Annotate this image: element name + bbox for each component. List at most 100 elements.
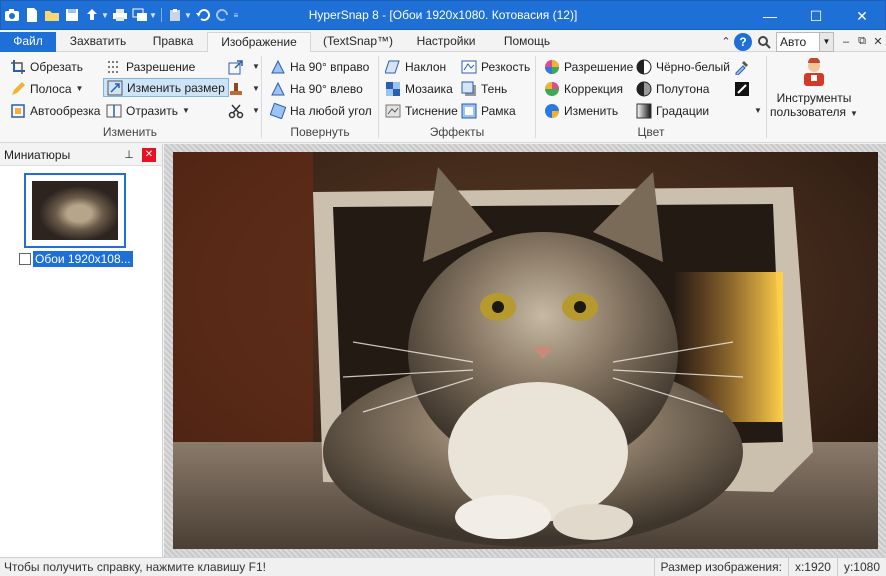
frame-button[interactable]: Рамка xyxy=(461,101,516,120)
mosaic-button[interactable]: Мозаика xyxy=(385,79,453,98)
mosaic-label: Мозаика xyxy=(405,81,453,96)
emboss-button[interactable]: Тиснение xyxy=(385,101,458,120)
thumbnail-caption[interactable]: Обои 1920x108... xyxy=(33,251,133,267)
clipboard-icon[interactable] xyxy=(166,6,184,24)
chevron-down-icon[interactable]: ▼ xyxy=(149,11,157,20)
color-correction-button[interactable]: Коррекция xyxy=(544,79,623,98)
resize-button[interactable]: Изменить размер xyxy=(103,78,229,97)
black-white-label: Чёрно-белый xyxy=(656,59,730,74)
color-more-button[interactable]: ▼ xyxy=(750,101,762,120)
rotate-left-label: На 90° влево xyxy=(290,81,363,96)
close-button[interactable]: ✕ xyxy=(839,1,885,31)
black-white-icon xyxy=(636,59,652,75)
tab-settings[interactable]: Настройки xyxy=(405,32,487,52)
color-correction-label: Коррекция xyxy=(564,81,624,96)
new-file-icon[interactable] xyxy=(23,6,41,24)
user-tools-icon xyxy=(798,57,830,88)
redo-icon[interactable] xyxy=(214,6,232,24)
group-label-color: Цвет xyxy=(637,125,665,139)
scissors-button[interactable]: ▼ xyxy=(228,101,260,120)
rotate-any-button[interactable]: На любой угол xyxy=(270,101,372,120)
sharpness-icon xyxy=(461,59,477,75)
tab-edit[interactable]: Правка xyxy=(140,32,206,52)
invert-icon xyxy=(734,81,750,97)
save-icon[interactable] xyxy=(63,6,81,24)
chevron-down-icon: ▼ xyxy=(182,106,190,115)
mirror-label: Отразить xyxy=(126,103,178,118)
sharpness-button[interactable]: Резкость xyxy=(461,57,530,76)
shadow-button[interactable]: Тень xyxy=(461,79,507,98)
zoom-select[interactable]: Авто ▼ xyxy=(776,31,834,52)
help-icon[interactable]: ? xyxy=(734,32,752,51)
child-close-icon[interactable]: ✕ xyxy=(870,34,886,50)
resize-icon xyxy=(107,80,123,96)
autocrop-button[interactable]: Автообрезка xyxy=(10,101,100,120)
stamp-icon xyxy=(228,81,244,97)
gradations-button[interactable]: Градации xyxy=(636,101,709,120)
pin-icon[interactable]: ⊥ xyxy=(122,148,136,161)
thumbnail-checkbox[interactable] xyxy=(19,253,31,265)
minimize-button[interactable]: — xyxy=(747,1,793,31)
quick-access-toolbar: ▼ ▼ ▼ ≡ xyxy=(1,0,240,30)
tab-file[interactable]: Файл xyxy=(0,32,56,52)
collapse-ribbon-icon[interactable]: ⌃ xyxy=(718,34,734,50)
group-label-edit: Изменить xyxy=(102,125,158,139)
chevron-down-icon[interactable]: ▼ xyxy=(184,11,192,20)
rotate-right-icon xyxy=(270,59,286,75)
thumbnail-item[interactable] xyxy=(24,173,126,248)
external-link-button[interactable]: ▼ xyxy=(228,57,260,76)
user-tools-button[interactable]: Инструменты пользователя ▼ xyxy=(770,57,858,122)
thumbnail-image xyxy=(32,181,118,240)
chevron-down-icon: ▼ xyxy=(252,84,260,93)
tab-image[interactable]: Изображение xyxy=(207,32,311,53)
rotate-right-button[interactable]: На 90° вправо xyxy=(270,57,369,76)
customize-toolbar-icon[interactable]: ≡ xyxy=(232,11,240,20)
halftone-button[interactable]: Полутона xyxy=(636,79,709,98)
close-pane-button[interactable]: ✕ xyxy=(142,147,156,162)
crop-button[interactable]: Обрезать xyxy=(10,57,83,76)
invert-button[interactable] xyxy=(734,79,754,98)
color-change-label: Изменить xyxy=(564,103,619,118)
thumbnails-pane: Миниатюры ⊥ ✕ Обои 1920x108... xyxy=(0,144,163,557)
stamp-button[interactable]: ▼ xyxy=(228,79,260,98)
print-icon[interactable] xyxy=(111,6,129,24)
tilt-label: Наклон xyxy=(405,59,447,74)
upload-icon[interactable] xyxy=(83,6,101,24)
scissors-icon xyxy=(228,103,244,119)
color-resolution-label: Разрешение xyxy=(564,59,634,74)
tilt-button[interactable]: Наклон xyxy=(385,57,446,76)
tab-textsnap[interactable]: (TextSnap™) xyxy=(313,32,403,52)
eyedropper-button[interactable] xyxy=(734,57,754,76)
copy-window-icon[interactable] xyxy=(131,6,149,24)
group-divider xyxy=(766,56,767,138)
resolution-button[interactable]: Разрешение xyxy=(106,57,195,76)
strip-label: Полоса xyxy=(30,81,72,96)
external-link-icon xyxy=(228,59,244,75)
open-folder-icon[interactable] xyxy=(43,6,61,24)
child-minimize-icon[interactable]: – xyxy=(838,34,854,50)
autocrop-icon xyxy=(10,103,26,119)
image-canvas[interactable] xyxy=(164,144,886,557)
child-restore-icon[interactable]: ⧉ xyxy=(854,34,870,50)
search-icon[interactable] xyxy=(756,34,772,50)
frame-label: Рамка xyxy=(481,103,516,118)
user-tools-label-2: пользователя ▼ xyxy=(770,105,858,119)
app-camera-icon[interactable] xyxy=(3,6,21,24)
maximize-button[interactable]: ☐ xyxy=(793,1,839,31)
color-change-button[interactable]: Изменить xyxy=(544,101,618,120)
thumbnails-header: Миниатюры ⊥ ✕ xyxy=(0,144,162,166)
frame-icon xyxy=(461,103,477,119)
mirror-button[interactable]: Отразить ▼ xyxy=(106,101,190,120)
tab-help[interactable]: Помощь xyxy=(489,32,565,52)
color-resolution-button[interactable]: Разрешение xyxy=(544,57,633,76)
strip-button[interactable]: Полоса ▼ xyxy=(10,79,83,98)
tab-capture[interactable]: Захватить xyxy=(58,32,138,52)
chevron-down-icon: ▼ xyxy=(754,106,762,115)
rotate-right-label: На 90° вправо xyxy=(290,59,370,74)
rotate-left-button[interactable]: На 90° влево xyxy=(270,79,363,98)
black-white-button[interactable]: Чёрно-белый xyxy=(636,57,730,76)
chevron-down-icon[interactable]: ▼ xyxy=(101,11,109,20)
color-correction-icon xyxy=(544,81,560,97)
undo-icon[interactable] xyxy=(194,6,212,24)
resize-label: Изменить размер xyxy=(127,80,225,95)
